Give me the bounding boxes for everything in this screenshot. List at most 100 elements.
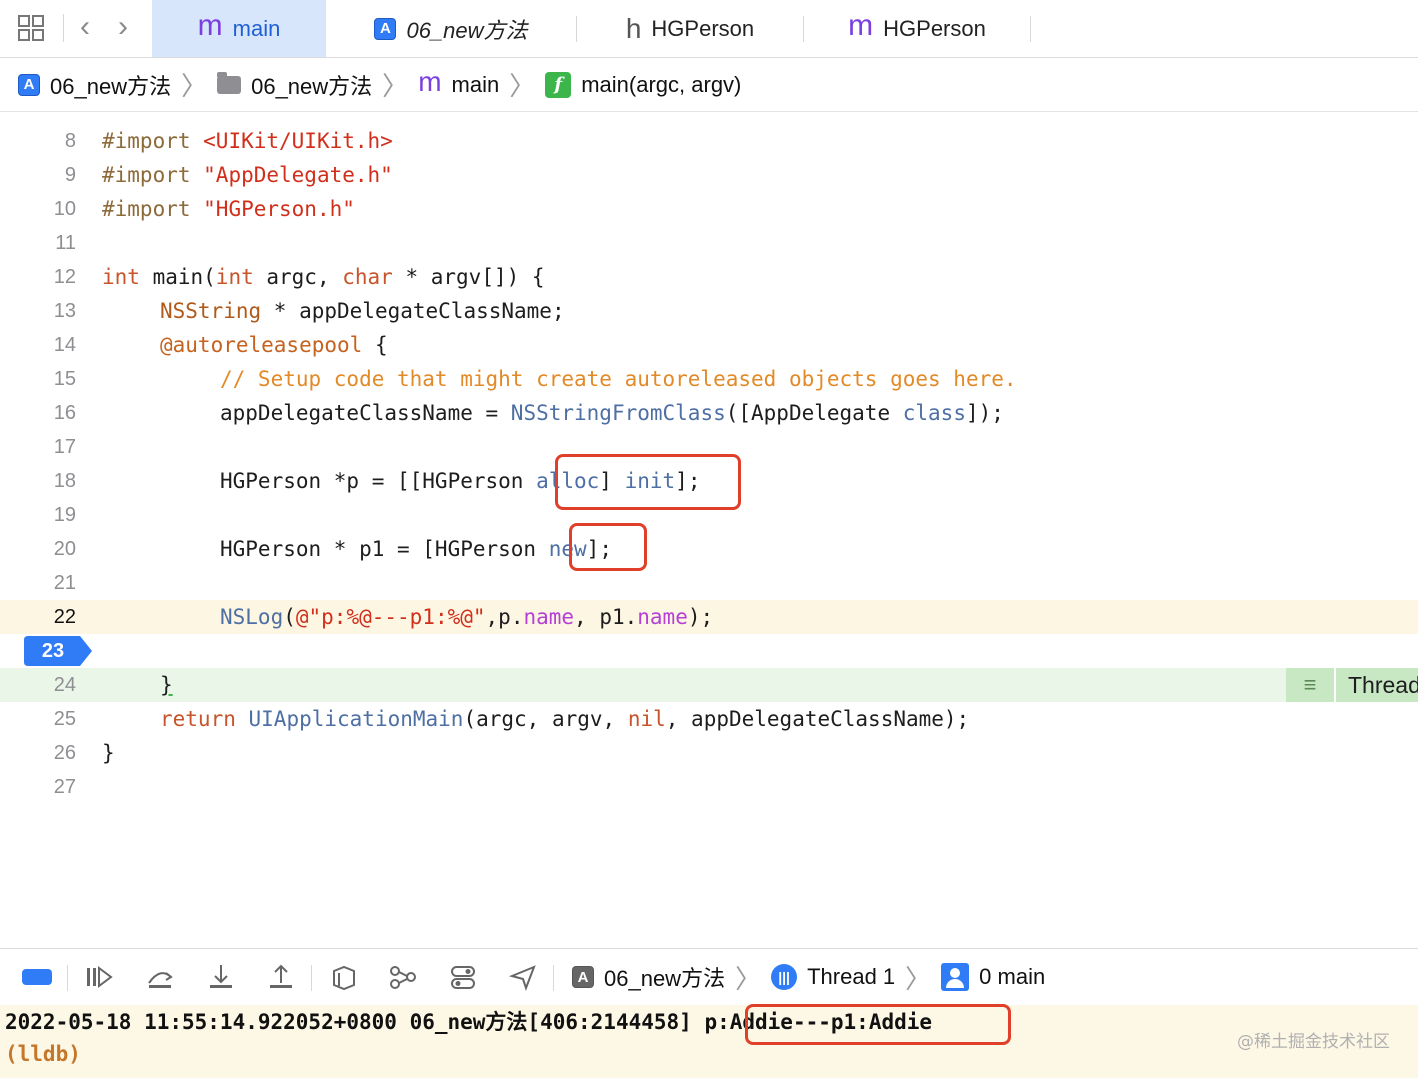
tab-label: 06_new方法 [406,17,528,43]
debug-thread[interactable]: Thread 1 [807,964,895,990]
watermark: @稀土掘金技术社区 [1237,1032,1390,1052]
breakpoints-toggle-icon[interactable] [22,969,52,985]
divider [311,965,312,991]
tab-label: HGPerson [883,15,986,41]
code-text: NSLog(@"p:%@---p1:%@",p.name, p1.name); [220,600,713,634]
tab-main[interactable]: m main [152,0,326,57]
breadcrumb-label: 06_new方法 [50,73,172,99]
code-text: #import "HGPerson.h" [102,192,355,226]
line-number[interactable]: 23 [24,634,82,668]
chevron-right-icon: 〉 [905,963,932,994]
line-number[interactable]: 19 [0,498,76,532]
thread-indicator-label: Thread [1336,668,1418,702]
token: HGPerson * p1 = [HGPerson [220,537,549,561]
breadcrumb-function[interactable]: f main(argc, argv) [545,71,741,98]
continue-icon[interactable] [84,963,114,991]
code-line-current: 24 } ≡ Thread [0,668,1418,702]
line-number[interactable]: 16 [0,396,76,430]
token: (argc, argv, [463,707,628,731]
m-icon: m [418,65,442,97]
tab-hgperson-h[interactable]: h HGPerson [577,0,803,57]
xcode-app-icon: A [18,73,40,96]
line-number[interactable]: 9 [0,158,76,192]
step-out-icon[interactable] [266,963,296,991]
code-line: 27 [0,770,1418,804]
token: name [523,605,575,629]
code-text: } [160,673,173,697]
code-line: 16 appDelegateClassName = NSStringFromCl… [0,396,1418,430]
line-number[interactable]: 15 [0,362,76,396]
line-number[interactable]: 18 [0,464,76,498]
token: int [215,265,254,289]
related-items-grid-icon[interactable] [17,14,45,42]
token: ([AppDelegate [725,401,903,425]
debug-target[interactable]: 06_new方法 [604,961,725,993]
line-number[interactable]: 11 [0,226,76,260]
line-number[interactable]: 25 [0,702,76,736]
code-text: return UIApplicationMain(argc, argv, nil… [160,702,969,736]
memory-graph-icon[interactable] [388,963,418,991]
line-number[interactable]: 20 [0,532,76,566]
line-number[interactable]: 14 [0,328,76,362]
token: appDelegateClassName = [220,401,511,425]
back-arrow-icon[interactable]: ‹ [80,12,90,42]
token: @autoreleasepool [160,333,363,357]
code-line: 21 [0,566,1418,600]
folder-icon [217,71,242,94]
console-log-prefix: 2022-05-18 11:55:14.922052+0800 06_new方法… [5,1010,705,1034]
token: return [160,707,236,731]
app-icon: A [572,966,594,988]
thread-indicator[interactable]: ≡ Thread [1286,668,1418,702]
line-number[interactable]: 21 [0,566,76,600]
h-icon: h [625,12,642,44]
step-into-icon[interactable] [206,963,236,991]
code-line: 26 } [0,736,1418,770]
token: #import [102,163,204,187]
code-line: 10 #import "HGPerson.h" [0,192,1418,226]
line-number[interactable]: 26 [0,736,76,770]
tab-06-new[interactable]: A 06_new方法 [326,0,576,57]
chevron-right-icon: 〉 [181,71,208,101]
code-text: int main(int argc, char * argv[]) { [102,260,545,294]
code-line: 14 @autoreleasepool { [0,328,1418,362]
code-text: #import "AppDelegate.h" [102,158,393,192]
token: ]); [965,401,1004,425]
code-text: } [102,741,115,765]
breadcrumb-label: 06_new方法 [251,73,373,99]
highlight-box-alloc-init [555,454,741,510]
line-number[interactable]: 12 [0,260,76,294]
debug-toolbar: A 06_new方法 〉 ||| Thread 1 〉 0 main [0,948,1418,1005]
token: argc, [253,265,343,289]
token: NSStringFromClass [510,401,726,425]
code-editor[interactable]: 8 #import <UIKit/UIKit.h> 9 #import "App… [0,113,1418,948]
tab-hgperson-m[interactable]: m HGPerson [804,0,1030,57]
environment-overrides-icon[interactable] [448,963,478,991]
code-line: 13 NSString * appDelegateClassName; [0,294,1418,328]
line-number[interactable]: 10 [0,192,76,226]
divider [1030,16,1031,42]
debug-console[interactable]: 2022-05-18 11:55:14.922052+0800 06_new方法… [0,1004,1418,1078]
view-hierarchy-icon[interactable] [328,963,358,991]
line-number[interactable]: 27 [0,770,76,804]
token: char [342,265,393,289]
token: nil [627,707,666,731]
breadcrumb-label: main [451,71,500,97]
step-over-icon[interactable] [145,963,175,991]
simulate-location-icon[interactable] [508,963,538,991]
token: , appDelegateClassName); [665,707,970,731]
breadcrumb-project[interactable]: A 06_new方法 [18,69,171,101]
line-number[interactable]: 8 [0,124,76,158]
token: ,p. [485,605,524,629]
line-number[interactable]: 17 [0,430,76,464]
breadcrumb-file[interactable]: m main [418,65,500,98]
code-text: appDelegateClassName = NSStringFromClass… [220,396,1004,430]
debug-frame[interactable]: 0 main [979,964,1045,990]
forward-arrow-icon[interactable]: › [118,12,128,42]
token: NSString [160,299,262,323]
line-number[interactable]: 13 [0,294,76,328]
m-icon: m [848,8,874,42]
divider [67,965,68,991]
line-number[interactable]: 24 [0,668,76,702]
line-number[interactable]: 22 [0,600,76,634]
breadcrumb-folder[interactable]: 06_new方法 [217,69,372,101]
